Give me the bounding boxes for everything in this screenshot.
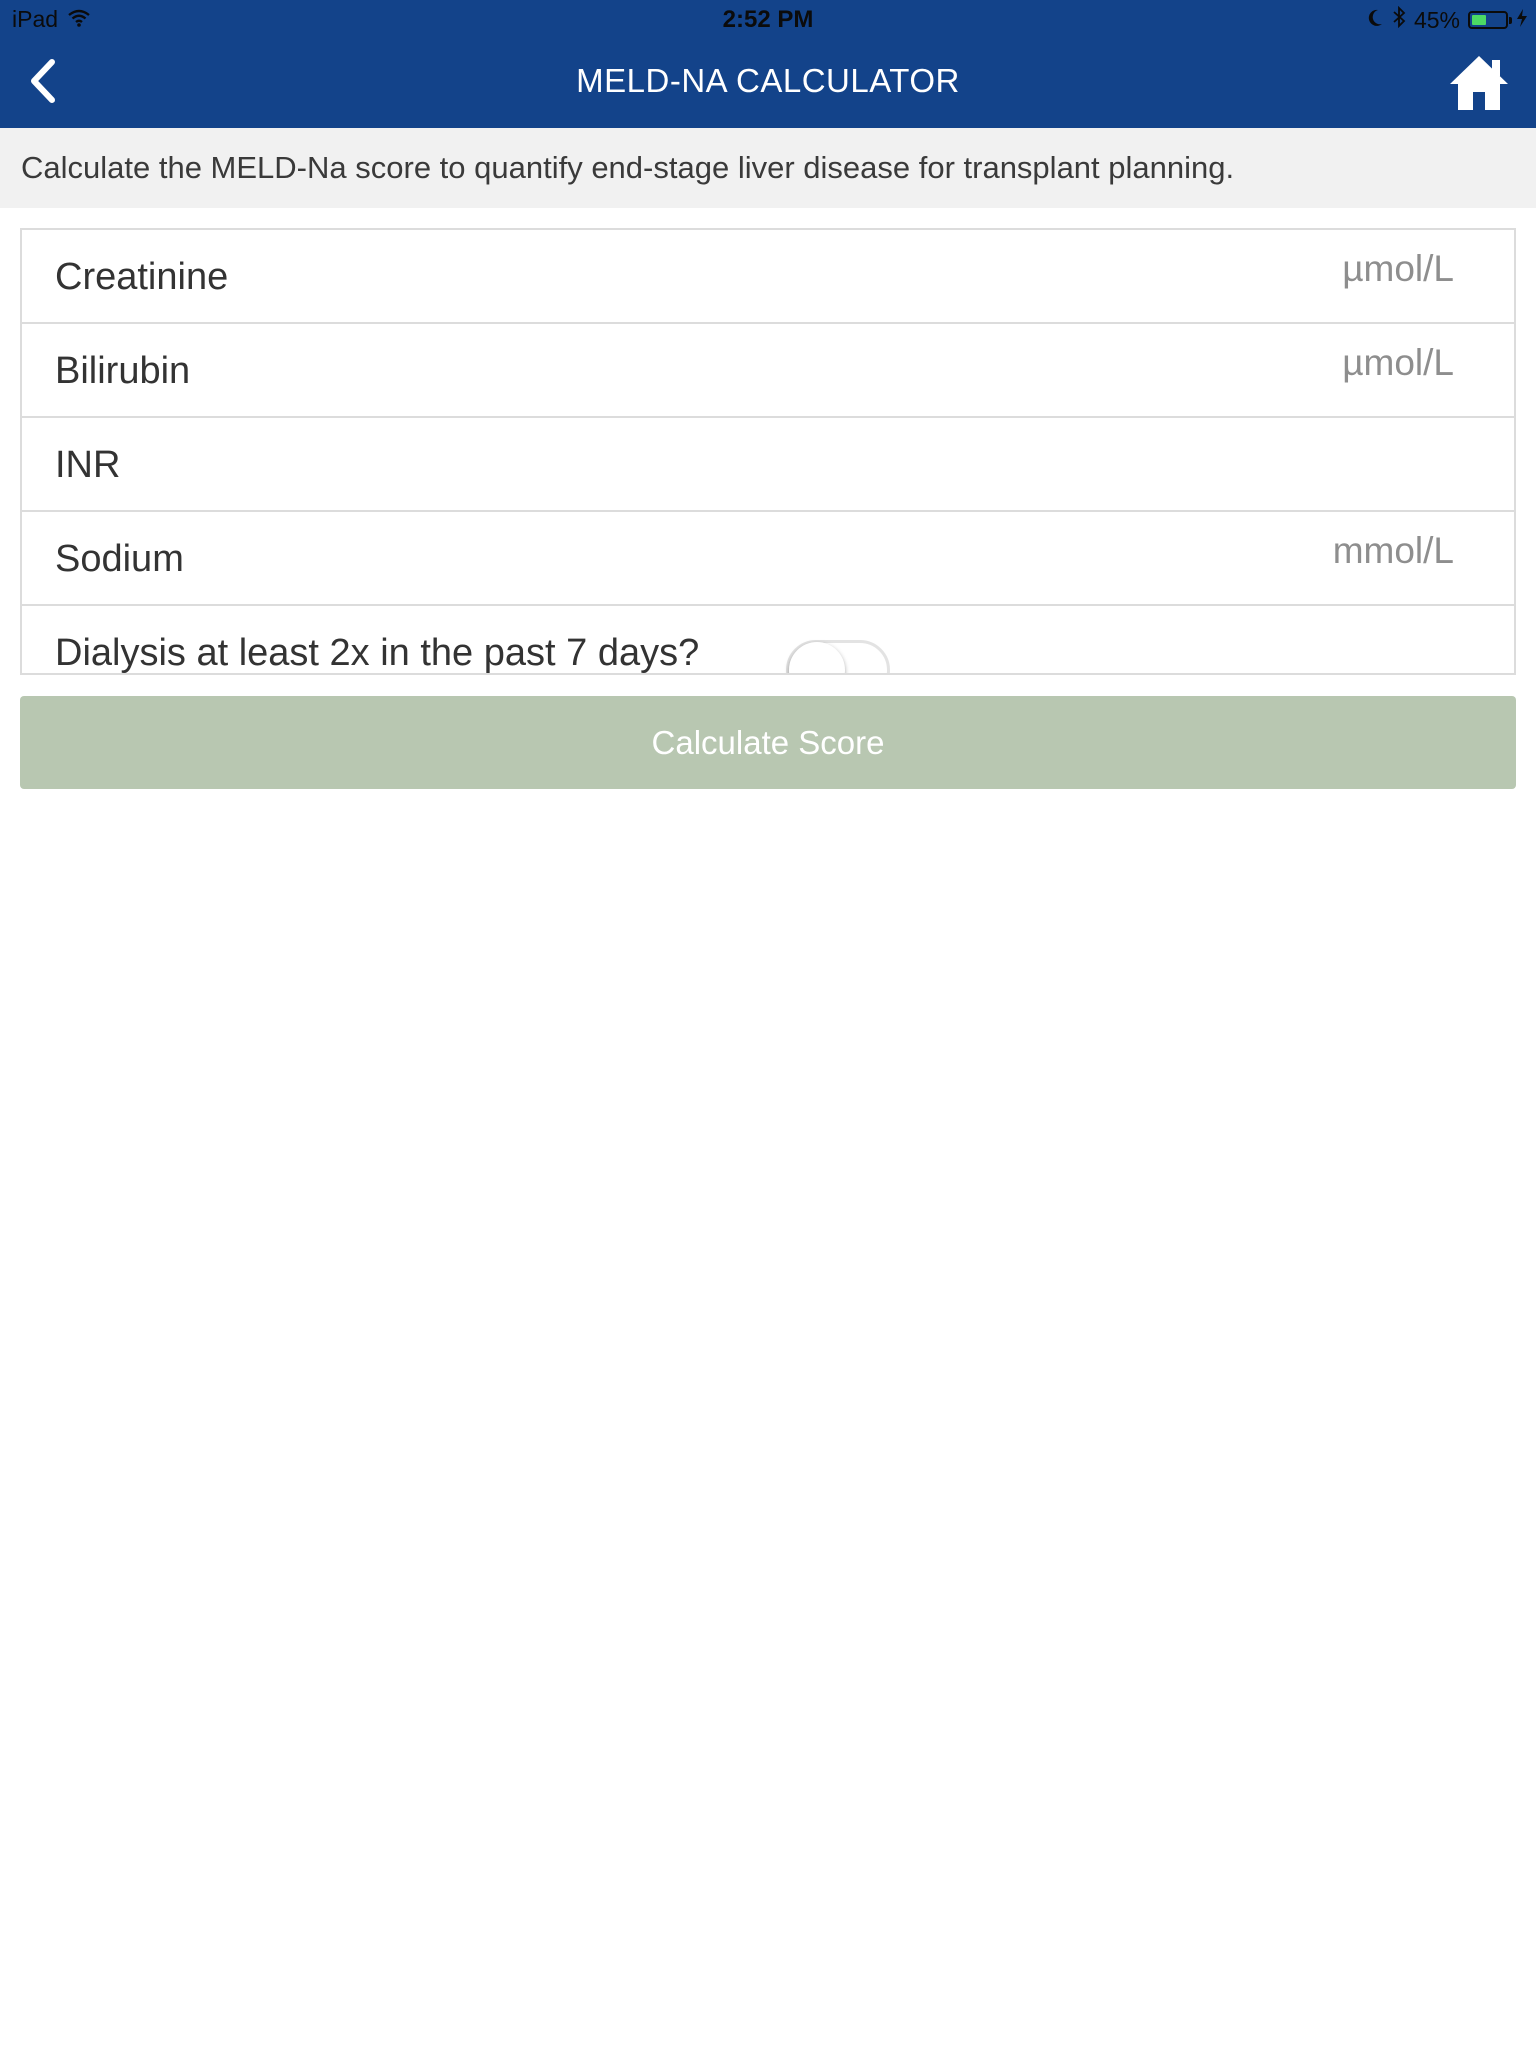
bilirubin-input[interactable] <box>22 324 1514 418</box>
sodium-input[interactable] <box>22 512 1514 606</box>
app-header: iPad 2:52 PM 45% MELD-NA CALCULATOR <box>0 0 1536 128</box>
status-right: 45% <box>1366 5 1528 34</box>
bluetooth-icon <box>1392 5 1406 34</box>
charging-bolt-icon <box>1516 7 1528 34</box>
page-title: MELD-NA CALCULATOR <box>576 62 960 99</box>
field-row-sodium: Sodium mmol/L <box>22 512 1514 606</box>
battery-icon <box>1468 11 1512 29</box>
field-row-creatinine: Creatinine µmol/L <box>22 230 1514 324</box>
dialysis-label: Dialysis at least 2x in the past 7 days? <box>55 632 700 674</box>
nav-bar: MELD-NA CALCULATOR <box>0 40 1536 128</box>
page-description: Calculate the MELD-Na score to quantify … <box>0 128 1536 208</box>
status-time: 2:52 PM <box>722 6 814 33</box>
battery-level <box>1472 15 1486 25</box>
moon-icon <box>1366 7 1384 34</box>
field-row-bilirubin: Bilirubin µmol/L <box>22 324 1514 418</box>
field-row-dialysis: Dialysis at least 2x in the past 7 days? <box>22 606 1514 674</box>
dialysis-toggle[interactable] <box>786 640 890 673</box>
field-row-inr: INR <box>22 418 1514 512</box>
input-form: Creatinine µmol/L Bilirubin µmol/L INR S… <box>20 228 1516 675</box>
toggle-knob <box>789 642 845 673</box>
creatinine-input[interactable] <box>22 230 1514 324</box>
inr-input[interactable] <box>22 418 1514 512</box>
home-icon <box>1450 56 1508 110</box>
battery-percent: 45% <box>1413 6 1460 33</box>
home-button[interactable] <box>1448 54 1510 112</box>
calculate-score-button[interactable]: Calculate Score <box>20 696 1516 789</box>
status-bar: iPad 2:52 PM 45% <box>0 0 1536 40</box>
